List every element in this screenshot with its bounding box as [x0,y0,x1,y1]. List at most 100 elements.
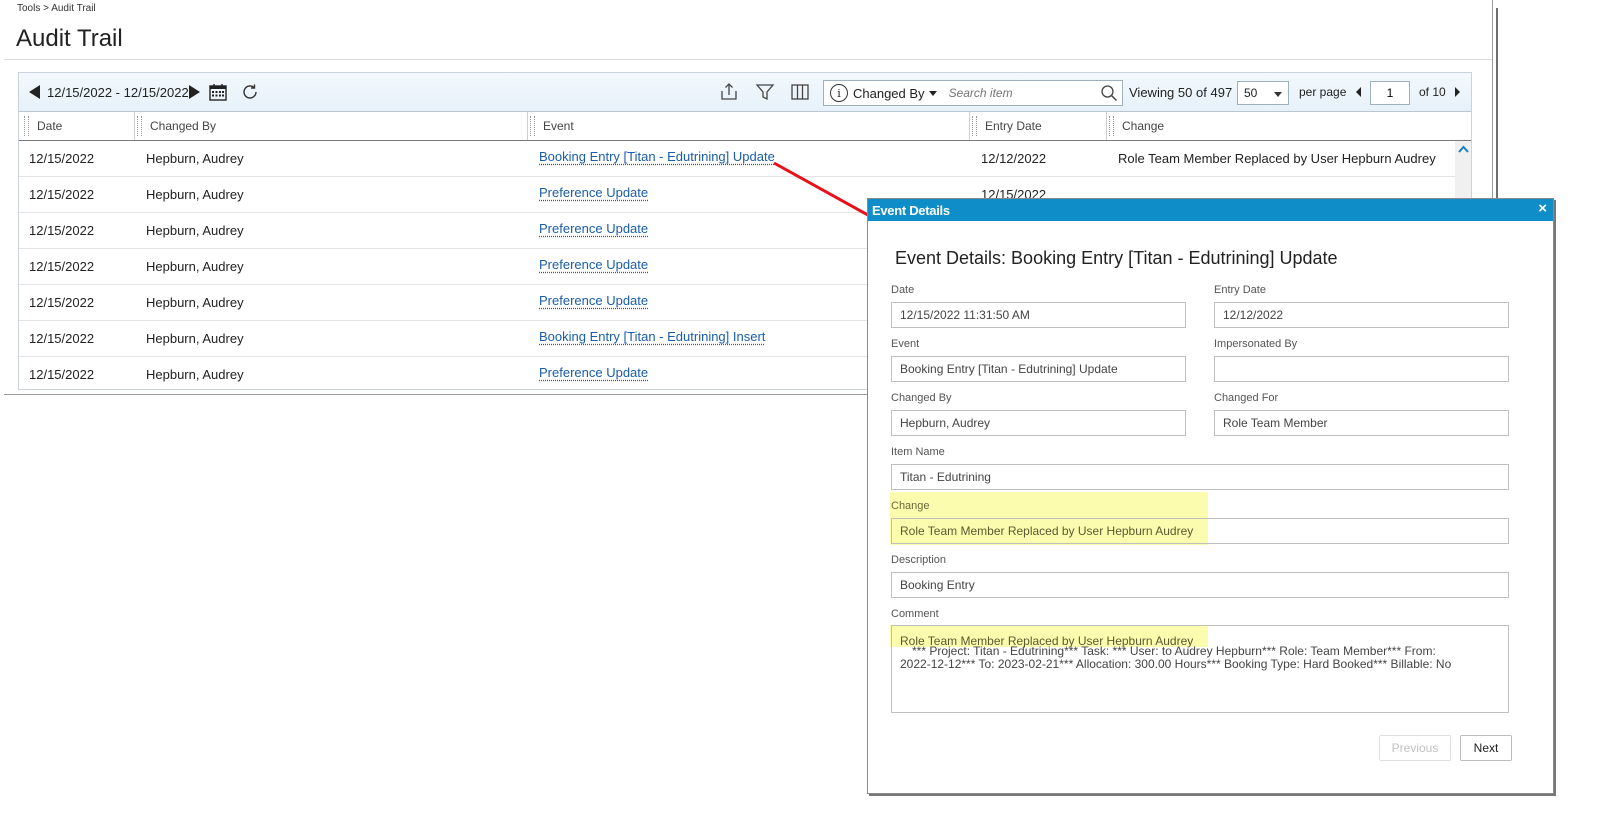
description-label: Description [891,554,947,566]
refresh-icon [243,84,257,99]
window-edge [1496,8,1498,218]
next-date-button[interactable] [189,73,200,111]
event-link[interactable]: Preference Update [539,285,648,320]
triangle-left-icon [29,85,40,99]
event-link[interactable]: Booking Entry [Titan - Edutrining] Inser… [539,321,765,356]
chevron-down-icon [1274,92,1282,97]
export-button[interactable] [719,73,739,111]
date-label: Date [891,284,915,296]
cell-change: Role Team Member Replaced by User Hepbur… [1118,151,1436,166]
chevron-down-icon[interactable] [928,90,937,96]
column-divider[interactable] [969,112,970,140]
column-label: Entry Date [985,119,1042,133]
viewing-count: 50 [1177,84,1193,100]
event-link[interactable]: Preference Update [539,357,648,389]
changed-for-label: Changed For [1214,392,1279,404]
refresh-button[interactable] [240,73,260,111]
columns-button[interactable] [790,73,810,111]
columns-icon [791,84,809,100]
cell-entry-date: 12/12/2022 [981,151,1047,166]
cell-date: 12/15/2022 [29,331,95,346]
close-icon[interactable]: × [1538,200,1547,217]
entry-date-field[interactable]: 12/12/2022 [1214,302,1509,328]
comment-line: 2022-12-12*** To: 2023-02-21*** Allocati… [900,657,1452,671]
calendar-button[interactable] [209,73,227,111]
export-icon [721,83,737,100]
prev-page-button[interactable] [1356,73,1361,111]
column-header-event[interactable]: Event [530,112,574,140]
drag-handle-icon[interactable] [530,116,535,136]
column-label: Date [37,119,63,133]
cell-changed-by: Hepburn, Audrey [146,151,244,166]
chevron-up-icon[interactable] [1458,145,1469,153]
item-name-field[interactable]: Titan - Edutrining [891,464,1509,490]
grid-header: Date Changed By Event Entry Date Change [19,112,1471,141]
cell-date: 12/15/2022 [29,223,95,238]
drag-handle-icon[interactable] [972,116,977,136]
cell-date: 12/15/2022 [29,367,95,382]
column-header-change[interactable]: Change [1109,112,1164,140]
date-range[interactable]: 12/15/2022 - 12/15/2022 [47,73,189,111]
impersonated-by-field[interactable] [1214,356,1509,382]
cell-date: 12/15/2022 [29,295,95,310]
viewing-label: Viewing [1129,84,1175,100]
caret-left-icon [1356,87,1361,97]
search-input[interactable] [946,85,1111,101]
event-link[interactable]: Preference Update [539,213,648,248]
event-link[interactable]: Preference Update [539,249,648,284]
column-header-changed-by[interactable]: Changed By [137,112,216,140]
column-header-date[interactable]: Date [24,112,62,140]
column-divider[interactable] [527,112,528,140]
dialog-titlebar[interactable]: Event Details × [868,199,1553,221]
breadcrumb[interactable]: Tools > Audit Trail [17,3,96,14]
changed-by-field[interactable]: Hepburn, Audrey [891,410,1186,436]
dialog-heading: Event Details: Booking Entry [Titan - Ed… [895,248,1338,268]
drag-handle-icon[interactable] [24,116,29,136]
description-field[interactable]: Booking Entry [891,572,1509,598]
search-field-selector[interactable]: Changed By [853,86,925,101]
search-box: i Changed By [823,80,1123,106]
page-title: Audit Trail [16,25,123,52]
column-divider[interactable] [134,112,135,140]
next-page-button[interactable] [1455,73,1460,111]
search-icon[interactable] [1100,84,1118,102]
filter-icon [755,84,775,101]
change-label: Change [891,500,930,512]
per-page-label: per page [1299,85,1347,99]
column-divider[interactable] [1106,112,1107,140]
next-button[interactable]: Next [1460,735,1512,761]
changed-for-field[interactable]: Role Team Member [1214,410,1509,436]
page-number-input[interactable] [1370,81,1410,105]
caret-right-icon [1455,87,1460,97]
drag-handle-icon[interactable] [137,116,142,136]
entry-date-label: Entry Date [1214,284,1266,296]
previous-button[interactable]: Previous [1379,735,1451,761]
impersonated-by-label: Impersonated By [1214,338,1298,350]
cell-date: 12/15/2022 [29,259,95,274]
item-name-label: Item Name [891,446,945,458]
viewing-total: 497 [1210,84,1233,100]
prev-date-button[interactable] [29,73,40,111]
date-field[interactable]: 12/15/2022 11:31:50 AM [891,302,1186,328]
event-details-dialog: Event Details × Event Details: Booking E… [867,198,1554,794]
column-label: Changed By [150,119,217,133]
column-header-entry-date[interactable]: Entry Date [972,112,1042,140]
info-icon[interactable]: i [830,84,848,102]
event-label: Event [891,338,920,350]
column-label: Event [543,119,574,133]
change-field[interactable]: Role Team Member Replaced by User Hepbur… [891,518,1509,544]
filter-button[interactable] [755,73,775,111]
table-row[interactable]: 12/15/2022 Hepburn, Audrey Booking Entry… [19,141,1455,177]
grid-toolbar: 12/15/2022 - 12/15/2022 i Changed By Sea… [19,73,1471,112]
column-label: Change [1122,119,1165,133]
page-size-value: 50 [1244,86,1258,100]
drag-handle-icon[interactable] [1109,116,1114,136]
viewing-summary: Viewing 50 of 497 [1129,73,1232,111]
viewing-of: of [1196,84,1207,100]
event-link[interactable]: Preference Update [539,177,648,212]
page-size-select[interactable]: 50 [1237,81,1289,105]
comment-textarea[interactable]: Role Team Member Replaced by User Hepbur… [891,625,1509,713]
cell-changed-by: Hepburn, Audrey [146,259,244,274]
event-field[interactable]: Booking Entry [Titan - Edutrining] Updat… [891,356,1186,382]
event-link[interactable]: Booking Entry [Titan - Edutrining] Updat… [539,141,775,176]
